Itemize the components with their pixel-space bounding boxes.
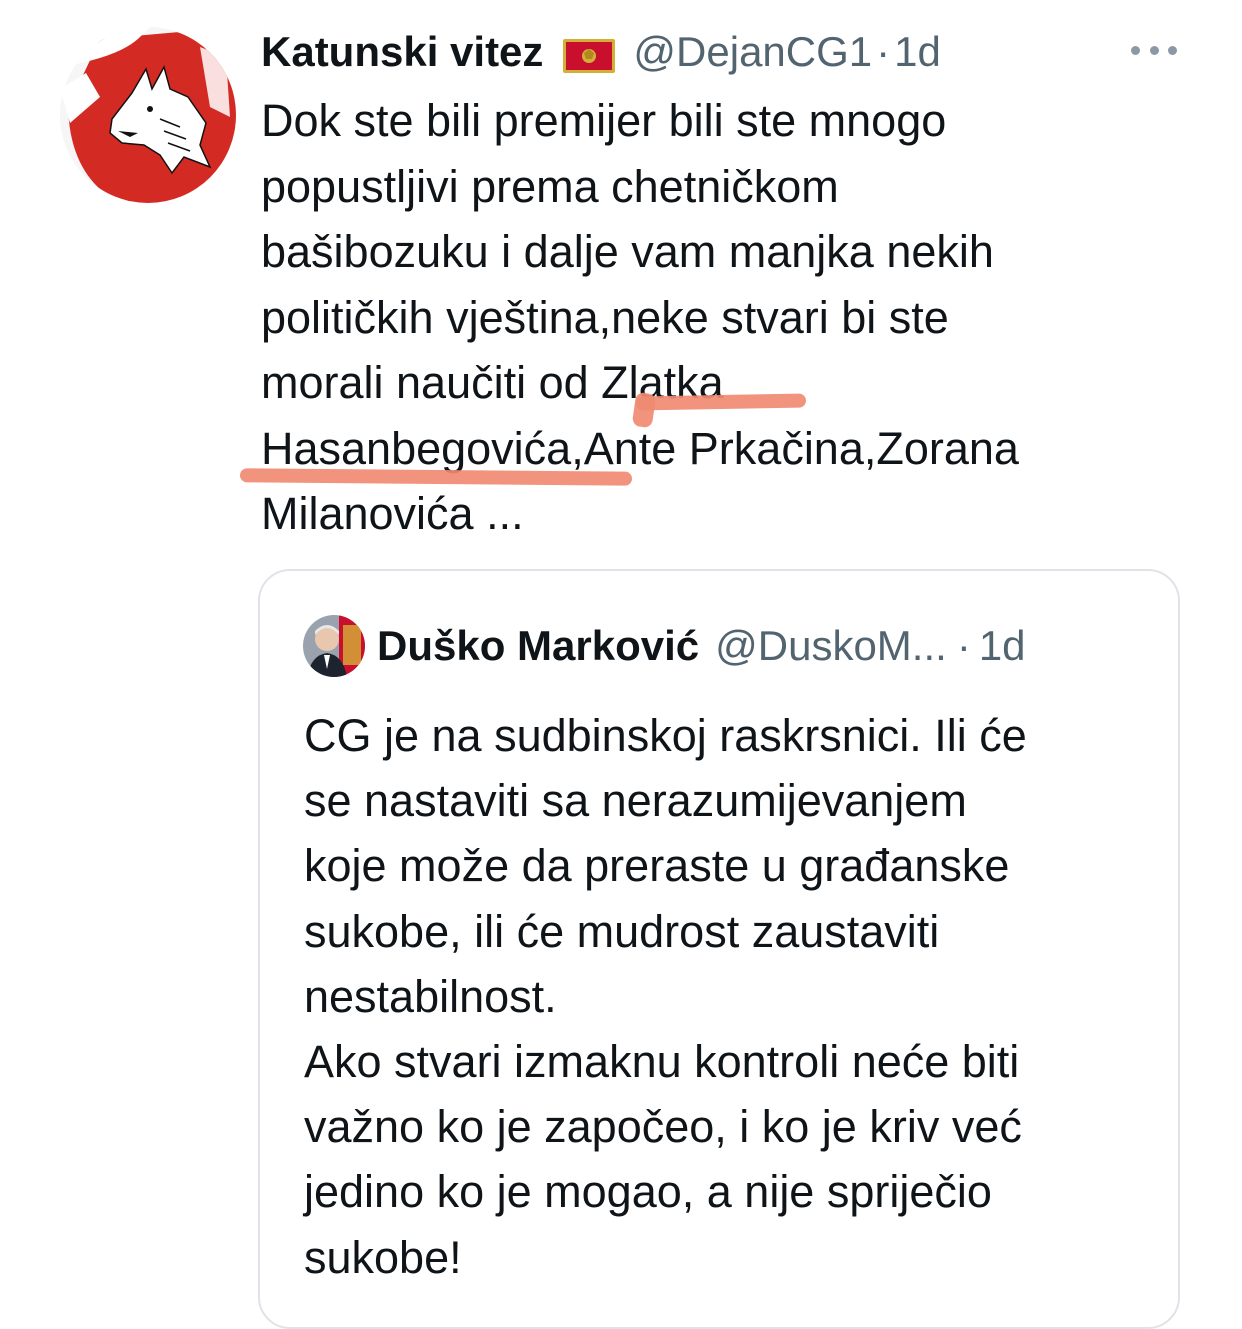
separator-dot: · xyxy=(876,28,891,75)
quoted-text-line: koje može da preraste u građanske xyxy=(304,840,1010,892)
author-name[interactable]: Katunski vitez xyxy=(261,28,543,76)
tweet-text-line: Dok ste bili premijer bili ste mnogo xyxy=(261,95,947,146)
tweet-timestamp[interactable]: 1d xyxy=(894,28,941,76)
quoted-text-line: CG je na sudbinskoj raskrsnici. Ili će xyxy=(304,710,1027,761)
tweet-text-line: Milanovića ... xyxy=(261,488,524,539)
quoted-author-handle[interactable]: @DuskoM... xyxy=(715,622,947,670)
more-dot xyxy=(1149,45,1159,55)
quoted-tweet-timestamp[interactable]: 1d xyxy=(979,622,1026,670)
quoted-text-line: sukobe! xyxy=(304,1231,462,1283)
more-dot xyxy=(1168,45,1177,55)
wolf-emblem-icon xyxy=(60,27,236,203)
author-handle[interactable]: @DejanCG1 xyxy=(633,28,872,76)
more-options-icon[interactable] xyxy=(1131,43,1177,57)
quoted-author-name[interactable]: Duško Marković xyxy=(377,622,699,670)
quoted-text-line: nestabilnost. xyxy=(304,970,557,1022)
quoted-text-line: Ako stvari izmaknu kontroli neće biti xyxy=(304,1036,1020,1088)
quoted-text-line: važno ko je započeo, i ko je kriv već xyxy=(304,1101,1022,1153)
author-avatar[interactable] xyxy=(60,27,236,203)
separator-dot: · xyxy=(956,622,971,669)
quoted-author-avatar[interactable] xyxy=(303,615,365,677)
quoted-text-line: jedino ko je mogao, a nije spriječio xyxy=(304,1166,992,1218)
tweet-text-line: političkih vještina,neke stvari bi ste xyxy=(261,291,949,343)
tweet-text-line: popustljivi prema chetničkom xyxy=(261,160,839,212)
quoted-text-line: sukobe, ili će mudrost zaustaviti xyxy=(304,905,940,957)
tweet-header: Katunski vitez @DejanCG1 · 1d xyxy=(261,24,941,80)
quoted-tweet-header: Duško Marković @DuskoM... · 1d xyxy=(303,614,1026,678)
tweet-text-line: bašibozuku i dalje vam manjka nekih xyxy=(261,226,994,277)
more-dot xyxy=(1131,45,1140,55)
montenegro-flag-icon xyxy=(563,35,616,73)
highlight-underline xyxy=(635,393,807,411)
quoted-tweet-text: CG je na sudbinskoj raskrsnici. Ili će s… xyxy=(304,703,1164,1290)
quoted-text-line: se nastaviti sa nerazumijevanjem xyxy=(304,775,967,827)
